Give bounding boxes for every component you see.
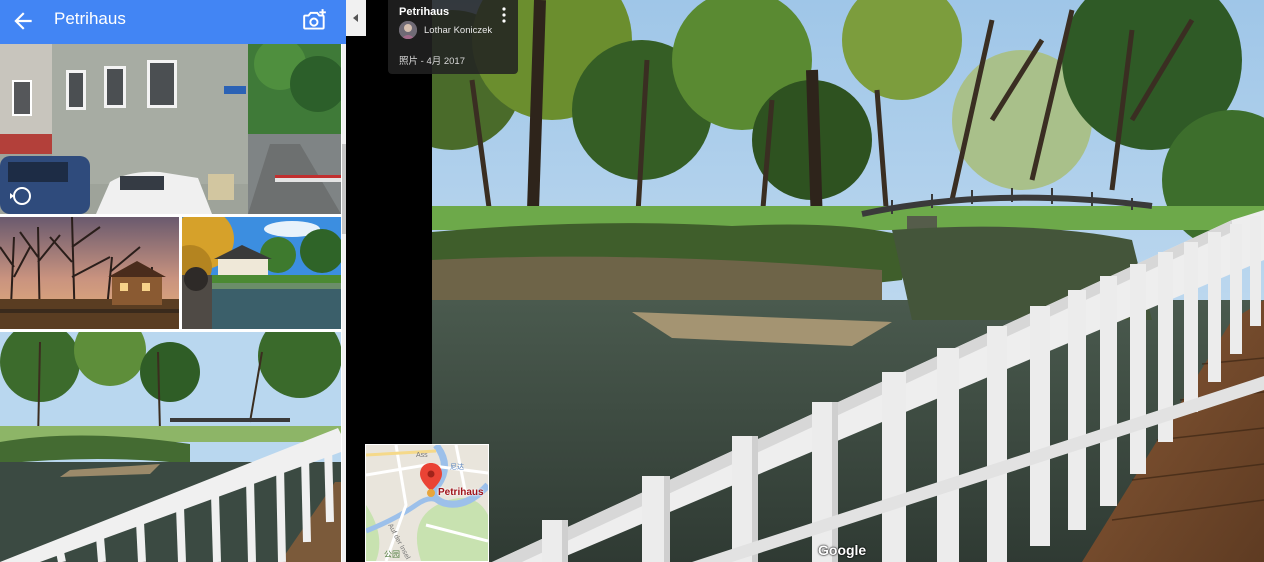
sunset-photo: [0, 217, 179, 329]
scrollbar-thumb[interactable]: [342, 144, 346, 234]
map-park-label: 公园: [384, 550, 400, 559]
park-bridge-scene: [432, 0, 1264, 562]
google-logo: Google: [818, 542, 867, 558]
bridge-river-photo: [0, 332, 341, 562]
map-marker-label: Petrihaus: [438, 487, 484, 498]
back-arrow-icon[interactable]: [10, 8, 36, 34]
photo-thumbnail-bridge[interactable]: [0, 332, 341, 562]
add-photo-icon[interactable]: [302, 8, 328, 34]
street-view-photo[interactable]: [432, 0, 1264, 562]
avatar-image: [399, 21, 417, 39]
map-river-label: 尼达: [450, 462, 464, 471]
map-street-label: Ass: [416, 452, 428, 459]
building-photo: [0, 44, 341, 214]
chevron-left-icon: [353, 14, 358, 22]
photo-info-card: Petrihaus Lothar Koniczek 照片 - 4月 2017: [388, 0, 518, 74]
more-vert-icon[interactable]: [499, 6, 509, 24]
panel-scrollbar[interactable]: [342, 44, 346, 562]
collapse-panel-button[interactable]: [346, 0, 366, 36]
house-river-photo: [182, 217, 341, 329]
photo-thumbnail-house[interactable]: [182, 217, 341, 329]
map-tiles: Ass 尼达 Auf der Insel 公园: [366, 445, 488, 561]
author-name[interactable]: Lothar Koniczek: [424, 25, 492, 36]
photo-panel: Petrihaus: [0, 0, 346, 562]
mini-map[interactable]: Ass 尼达 Auf der Insel 公园 Petrihaus: [365, 444, 489, 562]
place-name[interactable]: Petrihaus: [399, 6, 449, 18]
page-title: Petrihaus: [54, 9, 126, 28]
author-avatar[interactable]: [399, 21, 417, 39]
photo-thumbnail-building[interactable]: [0, 44, 341, 214]
photo-date: 照片 - 4月 2017: [399, 56, 465, 67]
panel-header: Petrihaus: [0, 0, 346, 44]
photo-thumbnail-sunset[interactable]: [0, 217, 179, 329]
